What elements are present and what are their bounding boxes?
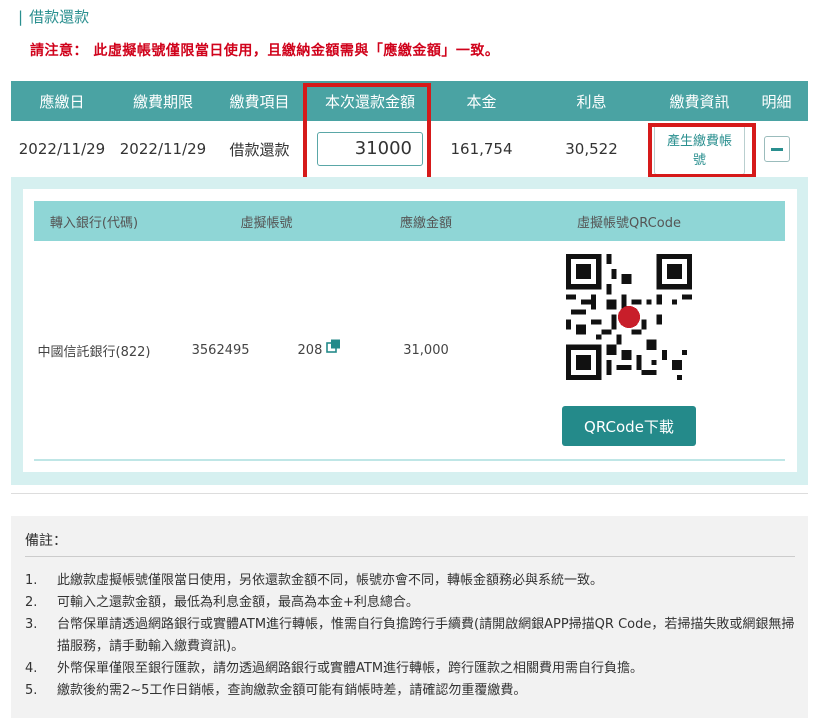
minus-icon	[770, 147, 783, 151]
qrcode-image	[566, 254, 692, 380]
note-text: 可輸入之還款金額，最低為利息金額，最高為本金+利息總合。	[57, 595, 419, 610]
note-text: 外幣保單僅限至銀行匯款，請勿透過網路銀行或實體ATM進行轉帳，跨行匯款之相關費用…	[57, 661, 644, 676]
cell-principal: 161,754	[450, 140, 513, 158]
notes-list: 1. 此繳款虛擬帳號僅限當日使用，另依還款金額不同，帳號亦會不同，轉帳金額務必與系…	[25, 570, 795, 702]
note-number: 2.	[25, 595, 38, 610]
note-number: 4.	[25, 661, 38, 676]
account-suffix: 208	[297, 342, 323, 358]
bank-name: 中國信託銀行(822)	[37, 344, 151, 360]
cell-deadline: 2022/11/29	[119, 140, 207, 158]
note-number: 1.	[25, 573, 38, 588]
note-item: 1. 此繳款虛擬帳號僅限當日使用，另依還款金額不同，帳號亦會不同，轉帳金額務必與系…	[25, 570, 795, 592]
amount-highlight-box	[303, 83, 431, 184]
section-title-text: 借款還款	[29, 8, 90, 26]
section-divider	[11, 493, 808, 494]
detail-row: 中國信託銀行(822) 3562495 208 31,000 QRCode下載	[34, 241, 785, 459]
header-amount-due: 應繳金額	[399, 215, 452, 231]
note-text: 繳款後約需2~5工作日銷帳，查詢繳款金額可能有銷帳時差，請確認勿重覆繳費。	[57, 683, 527, 698]
detail-panel: 轉入銀行(代碼) 虛擬帳號 應繳金額 虛擬帳號QRCode 中國信託銀行(822…	[11, 177, 808, 485]
section-title: | 借款還款	[18, 8, 90, 26]
header-payment-info: 繳費資訊	[669, 92, 730, 111]
header-bank: 轉入銀行(代碼)	[49, 215, 139, 231]
header-qrcode: 虛擬帳號QRCode	[577, 215, 681, 231]
note-item: 5. 繳款後約需2~5工作日銷帳，查詢繳款金額可能有銷帳時差，請確認勿重覆繳費。	[25, 680, 795, 702]
notes-divider	[25, 556, 795, 557]
cell-due-date: 2022/11/29	[18, 140, 106, 158]
note-text: 台幣保單請透過網路銀行或實體ATM進行轉帳，惟需自行負擔跨行手續費(請開啟網銀A…	[57, 617, 795, 654]
qrcode-download-button[interactable]: QRCode下載	[562, 406, 696, 446]
note-number: 5.	[25, 683, 38, 698]
notice-text: 請注意： 此虛擬帳號僅限當日使用，且繳納金額需與「應繳金額」一致。	[30, 43, 500, 59]
notes-panel: 備註： 1. 此繳款虛擬帳號僅限當日使用，另依還款金額不同，帳號亦會不同，轉帳金額…	[11, 516, 808, 718]
cell-interest: 30,522	[565, 140, 618, 158]
detail-bottom-line	[34, 459, 785, 461]
header-due-date: 應繳日	[39, 92, 85, 111]
detail-header: 轉入銀行(代碼) 虛擬帳號 應繳金額 虛擬帳號QRCode	[34, 201, 785, 241]
note-item: 3. 台幣保單請透過網路銀行或實體ATM進行轉帳，惟需自行負擔跨行手續費(請開啟網…	[25, 614, 795, 658]
header-detail: 明細	[761, 92, 792, 111]
account-prefix: 3562495	[191, 342, 250, 358]
account-redacted	[249, 342, 298, 358]
note-text: 此繳款虛擬帳號僅限當日使用，另依還款金額不同，帳號亦會不同，轉帳金額務必與系統一…	[57, 573, 604, 588]
detail-inner: 轉入銀行(代碼) 虛擬帳號 應繳金額 虛擬帳號QRCode 中國信託銀行(822…	[23, 189, 797, 472]
collapse-detail-button[interactable]	[763, 136, 790, 162]
header-item: 繳費項目	[229, 92, 290, 111]
qr-section: QRCode下載	[473, 254, 785, 446]
note-item: 4. 外幣保單僅限至銀行匯款，請勿透過網路銀行或實體ATM進行轉帳，跨行匯款之相關…	[25, 658, 795, 680]
amount-due: 31,000	[403, 342, 449, 358]
header-virtual-account: 虛擬帳號	[240, 215, 293, 231]
header-interest: 利息	[576, 92, 607, 111]
note-item: 2. 可輸入之還款金額，最低為利息金額，最高為本金+利息總合。	[25, 592, 795, 614]
copy-icon[interactable]	[326, 339, 341, 353]
generate-highlight-box	[648, 123, 756, 178]
virtual-account: 3562495 208	[154, 339, 379, 358]
notes-title: 備註：	[25, 533, 67, 549]
header-deadline: 繳費期限	[132, 92, 193, 111]
note-number: 3.	[25, 617, 38, 632]
header-principal: 本金	[466, 92, 497, 111]
cell-item: 借款還款	[229, 140, 290, 159]
